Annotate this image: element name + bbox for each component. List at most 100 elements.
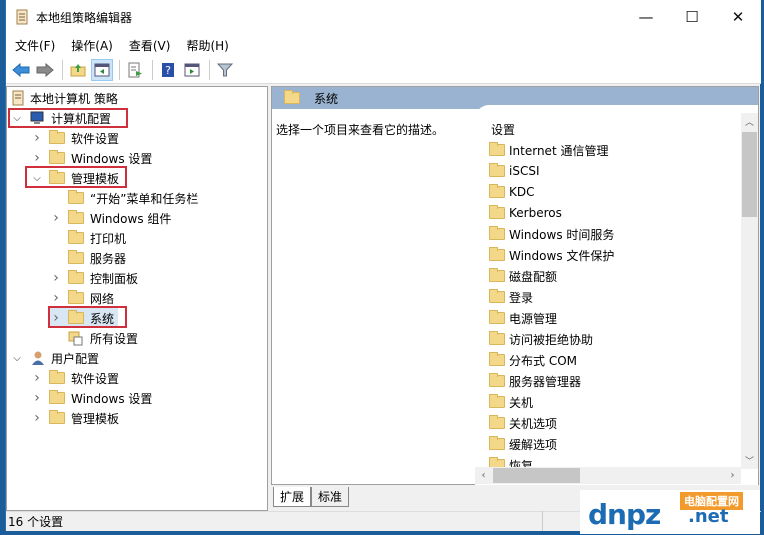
status-text: 16 个设置: [8, 515, 64, 529]
settings-list-item[interactable]: 登录: [489, 287, 533, 307]
title-bar: 本地组策略编辑器 — ☐ ✕: [6, 0, 761, 34]
column-header-setting[interactable]: 设置: [491, 121, 515, 138]
chevron-right-icon[interactable]: ›: [50, 270, 62, 286]
settings-list-item-label: Windows 时间服务: [509, 227, 615, 242]
chevron-right-icon[interactable]: ›: [31, 150, 43, 166]
maximize-button[interactable]: ☐: [669, 0, 715, 34]
export-list-icon: [128, 62, 142, 77]
chevron-right-icon[interactable]: ›: [31, 130, 43, 146]
settings-list-item[interactable]: Windows 时间服务: [489, 224, 614, 244]
minimize-button[interactable]: —: [623, 0, 669, 34]
tree-item[interactable]: › Windows 设置: [31, 388, 152, 408]
settings-list-item[interactable]: 关机: [489, 392, 533, 412]
settings-list-item[interactable]: Windows 文件保护: [489, 245, 614, 265]
toolbar-separator: [119, 59, 120, 80]
settings-list-item[interactable]: KDC: [489, 182, 535, 202]
scroll-left-icon[interactable]: ‹: [475, 467, 492, 484]
settings-list-item[interactable]: Internet 通信管理: [489, 140, 608, 160]
show-hide-tree-icon: [94, 63, 110, 76]
tree-item[interactable]: 服务器: [50, 248, 126, 268]
tree-item-label: 软件设置: [71, 131, 120, 146]
folder-icon: [68, 230, 84, 244]
scroll-right-icon[interactable]: ›: [724, 467, 741, 484]
menu-action[interactable]: 操作(A): [71, 37, 113, 54]
tab-standard[interactable]: 标准: [311, 487, 350, 507]
vertical-scroll-thumb[interactable]: [742, 132, 757, 217]
help-button[interactable]: ?: [157, 59, 179, 81]
policy-editor-icon: [16, 9, 28, 25]
settings-list-item-label: 关机选项: [509, 416, 558, 431]
folder-icon: [489, 436, 505, 450]
watermark-logo: dnpz 电脑配置网 .net: [580, 490, 760, 534]
settings-list-item-label: 登录: [509, 290, 534, 305]
chevron-right-icon[interactable]: ›: [31, 410, 43, 426]
settings-list-item-label: iSCSI: [509, 164, 540, 178]
menu-bar: 文件(F) 操作(A) 查看(V) 帮助(H): [6, 34, 761, 56]
scroll-up-icon[interactable]: ︿: [741, 113, 758, 130]
back-button[interactable]: [10, 59, 32, 81]
tree-item-label: Windows 设置: [71, 391, 153, 406]
tree-item-label: 管理模板: [71, 411, 120, 426]
chevron-right-icon[interactable]: ›: [50, 290, 62, 306]
tree-item[interactable]: › Windows 组件: [50, 208, 171, 228]
horizontal-scroll-thumb[interactable]: [493, 468, 580, 483]
settings-list-item-label: 服务器管理器: [509, 374, 582, 389]
tree-item[interactable]: “开始”菜单和任务栏: [50, 188, 198, 208]
settings-list-item[interactable]: 分布式 COM: [489, 350, 577, 370]
tree-item[interactable]: › 软件设置: [31, 368, 119, 388]
folder-icon: [284, 90, 300, 104]
tree-item-label: “开始”菜单和任务栏: [90, 191, 199, 206]
settings-list-item-label: 磁盘配额: [509, 269, 558, 284]
menu-file[interactable]: 文件(F): [15, 37, 55, 54]
highlight-box-admin-templates: [25, 166, 127, 188]
toolbar-separator: [62, 59, 63, 80]
menu-view[interactable]: 查看(V): [129, 37, 171, 54]
settings-list-item[interactable]: 关机选项: [489, 413, 557, 433]
settings-list-item[interactable]: Kerberos: [489, 203, 562, 223]
tree-item-label: 控制面板: [90, 271, 139, 286]
show-hide-action-pane-button[interactable]: [181, 59, 203, 81]
maximize-icon: ☐: [685, 8, 699, 26]
folder-icon: [49, 390, 65, 404]
up-level-button[interactable]: [67, 59, 89, 81]
export-list-button[interactable]: [124, 59, 146, 81]
tree-item[interactable]: 打印机: [50, 228, 126, 248]
folder-icon: [489, 142, 505, 156]
tree-item[interactable]: 所有设置: [50, 328, 138, 348]
tree-item-label: Windows 设置: [71, 151, 153, 166]
settings-list-item[interactable]: 访问被拒绝协助: [489, 329, 593, 349]
folder-icon: [68, 190, 84, 204]
horizontal-scrollbar[interactable]: ‹ ›: [475, 467, 741, 484]
view-tabs: 扩展 标准: [273, 487, 350, 507]
forward-button[interactable]: [34, 59, 56, 81]
tree-item[interactable]: › 控制面板: [50, 268, 138, 288]
settings-list-item[interactable]: 缓解选项: [489, 434, 557, 454]
filter-button[interactable]: [214, 59, 236, 81]
settings-list-item[interactable]: 电源管理: [489, 308, 557, 328]
chevron-right-icon[interactable]: ›: [31, 370, 43, 386]
menu-help[interactable]: 帮助(H): [186, 37, 228, 54]
chevron-down-icon[interactable]: ⌵: [11, 353, 23, 364]
tree-item[interactable]: ⌵ 用户配置: [11, 348, 99, 368]
details-pane: 系统 选择一个项目来查看它的描述。 设置 Internet 通信管理 iSCSI K…: [271, 86, 759, 485]
tree-item-label: 服务器: [90, 251, 127, 266]
show-hide-tree-button[interactable]: [91, 58, 113, 81]
vertical-scrollbar[interactable]: ︿ ﹀: [741, 113, 758, 469]
tree-item[interactable]: › 管理模板: [31, 408, 119, 428]
all-settings-icon: [68, 331, 83, 346]
scroll-down-icon[interactable]: ﹀: [741, 452, 758, 469]
close-button[interactable]: ✕: [715, 0, 761, 34]
tree-item[interactable]: › 网络: [50, 288, 114, 308]
tab-extended[interactable]: 扩展: [273, 487, 312, 507]
settings-list-item[interactable]: 服务器管理器: [489, 371, 581, 391]
tree-item-label: 网络: [90, 291, 115, 306]
folder-icon: [489, 184, 505, 198]
tree-item[interactable]: › Windows 设置: [31, 148, 152, 168]
settings-list-item[interactable]: 磁盘配额: [489, 266, 557, 286]
settings-list-item[interactable]: iSCSI: [489, 161, 540, 181]
chevron-right-icon[interactable]: ›: [50, 210, 62, 226]
folder-icon: [489, 268, 505, 282]
tree-root[interactable]: 本地计算机 策略: [11, 88, 118, 108]
tree-item[interactable]: › 软件设置: [31, 128, 119, 148]
chevron-right-icon[interactable]: ›: [31, 390, 43, 406]
